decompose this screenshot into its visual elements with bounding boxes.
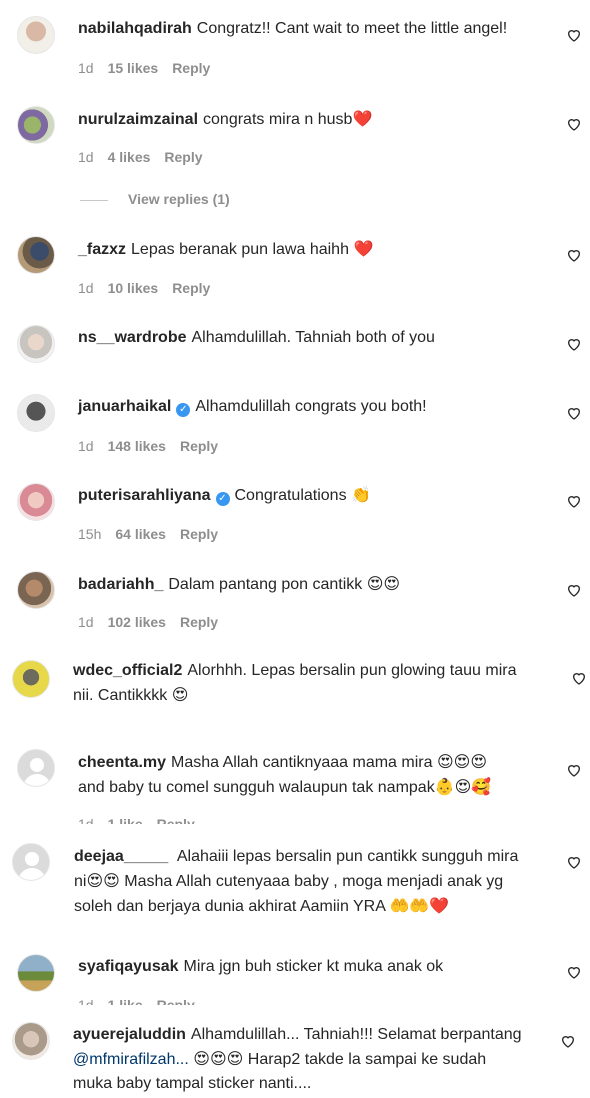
user-placeholder-icon (23, 758, 51, 786)
comment-time[interactable]: 1d (78, 816, 94, 824)
comment-likes[interactable]: 4 likes (108, 149, 151, 165)
heart-emoji: ❤️ (353, 239, 374, 258)
reply-button[interactable]: Reply (172, 280, 210, 296)
avatar[interactable] (17, 954, 55, 992)
comment-likes[interactable]: 64 likes (115, 526, 166, 542)
heart-eyes-emoji: 😍😍😍 (193, 1049, 244, 1068)
comment-text: Masha Allah cantiknyaaa mama mira (171, 754, 433, 771)
heart-eyes-emoji: 😍😍 (366, 574, 401, 593)
comment-text-line-3: muka baby tampal sticker nanti.... (73, 1075, 312, 1092)
baby-emoji: 👶😍🥰 (434, 777, 492, 796)
heart-outline-icon[interactable] (560, 1033, 576, 1049)
heart-outline-icon[interactable] (566, 854, 582, 870)
comment-likes[interactable]: 10 likes (108, 280, 159, 296)
comment-text: Lepas beranak pun lawa haihh (131, 241, 349, 258)
comment-text: Congratulations (234, 487, 347, 504)
heart-eyes-emoji: 😍 (171, 685, 189, 704)
comment-text: Dalam pantang pon cantikk (168, 576, 363, 593)
heart-outline-icon[interactable] (566, 116, 582, 132)
comment-text: Alhamdulillah. Tahniah both of you (191, 329, 435, 346)
comment-username[interactable]: cheenta.my (78, 754, 166, 771)
comment-time[interactable]: 1d (78, 614, 94, 630)
comment-time[interactable]: 15h (78, 526, 101, 542)
heart-outline-icon[interactable] (566, 405, 582, 421)
comment-time[interactable]: 1d (78, 280, 94, 296)
comment-username[interactable]: syafiqayusak (78, 958, 179, 975)
avatar[interactable] (17, 106, 55, 144)
verified-badge-icon: ✓ (176, 403, 191, 417)
comment-username[interactable]: nurulzaimzainal (78, 111, 198, 128)
comment-username[interactable]: badariahh_ (78, 576, 163, 593)
comment-text-line-2: Masha Allah cutenyaaa baby , moga menjad… (124, 873, 504, 890)
comment-time[interactable]: 1d (78, 60, 94, 76)
comment-likes[interactable]: 1 like (108, 816, 143, 824)
comment-text: Alahaiii lepas bersalin pun cantikk sung… (176, 848, 519, 865)
pray-emoji: 🤲🤲❤️ (389, 896, 450, 915)
comment-text: Alhamdulillah congrats you both! (195, 398, 427, 415)
view-replies-button[interactable]: View replies (1) (80, 191, 230, 207)
comment-time[interactable]: 1d (78, 997, 94, 1005)
comment-text-line-2: nii. Cantikkkk (73, 687, 168, 704)
comment-likes[interactable]: 15 likes (108, 60, 159, 76)
heart-eyes-emoji: 😍😍 (86, 871, 120, 890)
comment-likes[interactable]: 148 likes (108, 438, 166, 454)
heart-outline-icon[interactable] (566, 964, 582, 980)
comment-username[interactable]: ns__wardrobe (78, 329, 186, 346)
heart-outline-icon[interactable] (566, 493, 582, 509)
heart-outline-icon[interactable] (566, 582, 582, 598)
reply-button[interactable]: Reply (180, 614, 218, 630)
heart-outline-icon[interactable] (566, 762, 582, 778)
heart-outline-icon[interactable] (571, 670, 587, 686)
comment-text-line-2a: ni (74, 873, 87, 890)
comment-text: Congratz!! Cant wait to meet the little … (196, 20, 508, 37)
heart-emoji: ❤️ (352, 109, 373, 128)
comment-text: Mira jgn buh sticker kt muka anak ok (183, 958, 444, 975)
avatar[interactable] (17, 236, 55, 274)
avatar-placeholder[interactable] (12, 843, 50, 881)
comment-username[interactable]: ayuerejaluddin (73, 1026, 186, 1043)
comment-time[interactable]: 1d (78, 438, 94, 454)
heart-outline-icon[interactable] (566, 247, 582, 263)
heart-outline-icon[interactable] (566, 27, 582, 43)
reply-button[interactable]: Reply (180, 526, 218, 542)
comment-username[interactable]: puterisarahliyana (78, 487, 211, 504)
comment-text-line-2: and baby tu comel sungguh walaupun tak n… (78, 779, 435, 796)
avatar-placeholder[interactable] (17, 749, 55, 787)
avatar[interactable] (17, 483, 55, 521)
avatar[interactable] (17, 394, 55, 432)
comment-text-line-2: Harap2 takde la sampai ke sudah (247, 1051, 487, 1068)
mention-link[interactable]: @mfmirafilzah... (73, 1051, 189, 1068)
comment-text-line-3: soleh dan berjaya dunia akhirat Aamiin Y… (74, 898, 386, 915)
comment-username[interactable]: deejaa_____ (74, 848, 168, 865)
comment-text: Alorhhh. Lepas bersalin pun glowing tauu… (187, 662, 517, 679)
avatar[interactable] (12, 1022, 50, 1060)
reply-button[interactable]: Reply (157, 997, 195, 1005)
comment-likes[interactable]: 102 likes (108, 614, 166, 630)
verified-badge-icon: ✓ (215, 492, 230, 506)
comment-username[interactable]: wdec_official2 (73, 662, 182, 679)
reply-button[interactable]: Reply (172, 60, 210, 76)
comment-username[interactable]: januarhaikal (78, 398, 171, 415)
comment-text: congrats mira n husb (203, 111, 353, 128)
avatar[interactable] (17, 325, 55, 363)
clap-emoji: 👏 (351, 485, 371, 504)
reply-button[interactable]: Reply (164, 149, 202, 165)
avatar[interactable] (17, 571, 55, 609)
comment-username[interactable]: nabilahqadirah (78, 20, 192, 37)
avatar[interactable] (17, 16, 55, 54)
reply-button[interactable]: Reply (157, 816, 195, 824)
reply-button[interactable]: Reply (180, 438, 218, 454)
avatar[interactable] (12, 660, 50, 698)
comment-username[interactable]: _fazxz (78, 241, 126, 258)
heart-eyes-emoji: 😍😍😍 (436, 752, 487, 771)
divider (80, 199, 108, 201)
user-placeholder-icon (18, 852, 46, 880)
comment-text: Alhamdulillah... Tahniah!!! Selamat berp… (190, 1026, 522, 1043)
heart-outline-icon[interactable] (566, 336, 582, 352)
comment-time[interactable]: 1d (78, 149, 94, 165)
comment-likes[interactable]: 1 like (108, 997, 143, 1005)
